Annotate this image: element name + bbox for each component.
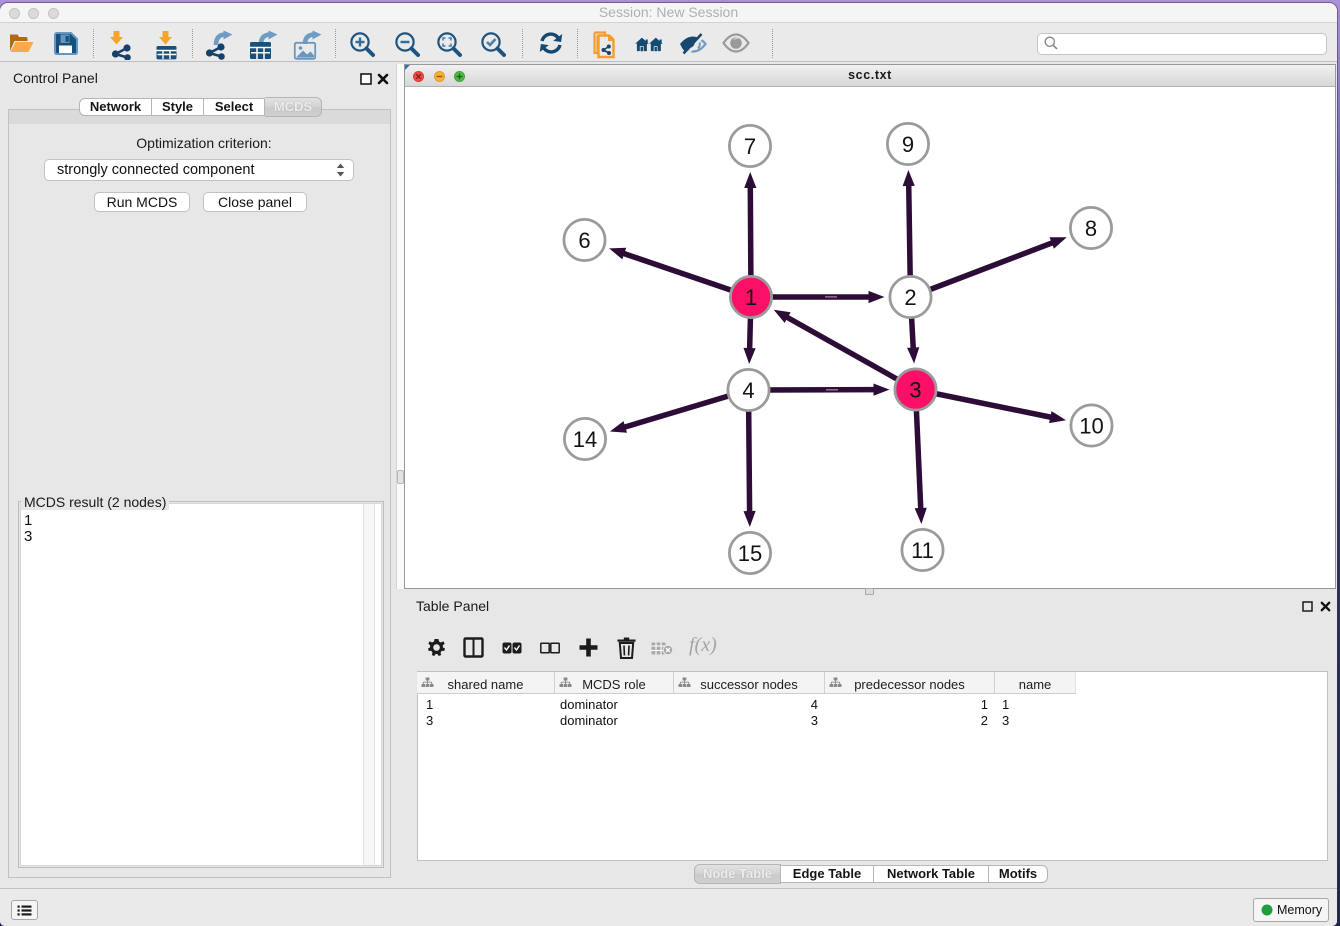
- svg-text:9: 9: [902, 132, 914, 157]
- svg-text:1: 1: [745, 285, 757, 310]
- svg-text:4: 4: [742, 378, 754, 403]
- svg-text:3: 3: [909, 377, 921, 402]
- svg-text:14: 14: [573, 427, 597, 452]
- svg-text:10: 10: [1079, 413, 1103, 438]
- svg-text:8: 8: [1085, 216, 1097, 241]
- svg-text:2: 2: [904, 285, 916, 310]
- svg-text:11: 11: [911, 538, 934, 563]
- svg-text:6: 6: [578, 228, 590, 253]
- svg-text:7: 7: [744, 134, 756, 159]
- svg-text:15: 15: [738, 541, 762, 566]
